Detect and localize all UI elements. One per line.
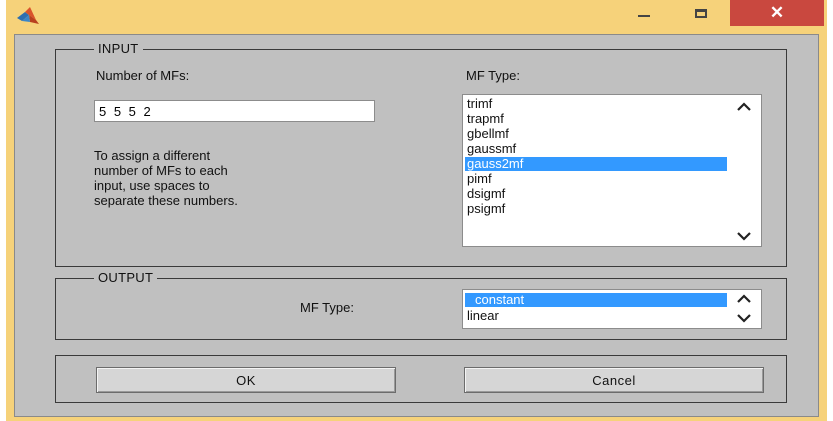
hint-line: separate these numbers. [94,193,238,208]
input-group-label: INPUT [94,41,143,56]
close-button[interactable]: ✕ [730,0,824,26]
input-mf-type-list[interactable]: trimf trapmf gbellmf gaussmf gauss2mf pi… [462,94,762,247]
list-item-trapmf[interactable]: trapmf [465,112,727,126]
chevron-up-icon[interactable] [736,293,752,305]
chevron-down-icon[interactable] [736,230,752,242]
title-bar[interactable]: ✕ [6,0,827,32]
input-groupbox: INPUT Number of MFs: To assign a differe… [55,41,787,267]
dialog-window: ✕ INPUT Number of MFs: To assign a diffe… [6,0,827,421]
chevron-down-icon[interactable] [736,312,752,324]
ok-button[interactable]: OK [96,367,396,393]
list-item-pimf[interactable]: pimf [465,172,727,186]
output-group-label: OUTPUT [94,270,158,285]
output-groupbox: OUTPUT MF Type: constant linear [55,270,787,340]
num-mfs-label: Number of MFs: [96,68,190,83]
output-mf-scrollbar[interactable] [727,290,761,328]
cancel-button[interactable]: Cancel [464,367,764,393]
mf-count-hint: To assign a different number of MFs to e… [94,148,394,208]
maximize-button[interactable] [679,0,723,26]
list-item-constant[interactable]: constant [465,293,727,307]
hint-line: input, use spaces to [94,178,210,193]
matlab-icon [17,7,39,24]
output-mf-type-list[interactable]: constant linear [462,289,762,329]
num-mfs-input[interactable] [94,100,375,122]
close-icon: ✕ [769,3,785,22]
hint-line: To assign a different [94,148,211,163]
hint-line: number of MFs to each [94,163,228,178]
output-mf-type-label: MF Type: [300,300,354,315]
list-item-gauss2mf[interactable]: gauss2mf [465,157,727,171]
input-mf-type-label: MF Type: [466,68,520,83]
maximize-icon [695,8,707,18]
chevron-up-icon[interactable] [736,101,752,113]
list-item-gaussmf[interactable]: gaussmf [465,142,727,156]
list-item-linear[interactable]: linear [465,309,727,323]
list-item-dsigmf[interactable]: dsigmf [465,187,727,201]
input-mf-scrollbar[interactable] [727,95,761,246]
list-item-trimf[interactable]: trimf [465,97,727,111]
list-item-gbellmf[interactable]: gbellmf [465,127,727,141]
buttons-groupbox: OK Cancel [55,355,787,403]
list-item-psigmf[interactable]: psigmf [465,202,727,216]
minimize-button[interactable] [622,0,666,26]
dialog-client-area: INPUT Number of MFs: To assign a differe… [14,34,819,417]
minimize-icon [638,15,650,17]
